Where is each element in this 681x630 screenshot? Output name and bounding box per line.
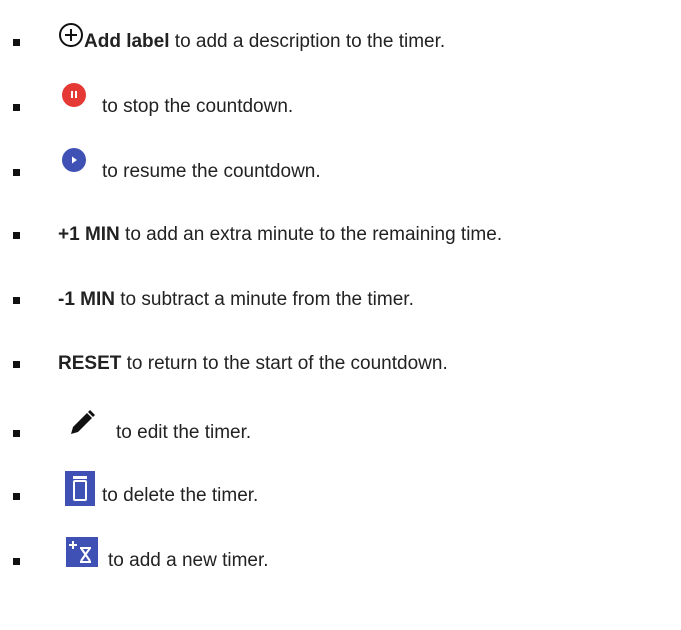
- add-timer-icon: [66, 537, 98, 567]
- item-bold: RESET: [58, 353, 122, 374]
- add-circle-icon: [59, 23, 83, 47]
- instruction-list: Add label to add a description to the ti…: [0, 0, 681, 630]
- bullet: [13, 169, 20, 176]
- bullet: [13, 430, 20, 437]
- item-description: to return to the start of the countdown.: [121, 353, 448, 374]
- pencil-icon: [71, 410, 95, 434]
- bullet: [13, 558, 20, 565]
- item-bold: Add label: [84, 31, 170, 52]
- item-text: -1 MIN to subtract a minute from the tim…: [58, 288, 414, 312]
- item-description: to add an extra minute to the remaining …: [119, 224, 503, 245]
- bullet: [13, 232, 20, 239]
- item-description: to delete the timer.: [102, 485, 259, 506]
- item-text: RESET to return to the start of the coun…: [58, 352, 448, 376]
- item-bold: -1 MIN: [58, 289, 115, 310]
- item-description: to stop the countdown.: [102, 96, 294, 117]
- bullet: [13, 297, 20, 304]
- item-text: Add label to add a description to the ti…: [84, 30, 445, 54]
- bullet: [13, 361, 20, 368]
- item-description: to subtract a minute from the timer.: [115, 289, 414, 310]
- item-description: to add a description to the timer.: [169, 31, 446, 52]
- item-description: to edit the timer.: [116, 422, 252, 443]
- bullet: [13, 104, 20, 111]
- item-text: +1 MIN to add an extra minute to the rem…: [58, 223, 502, 247]
- pause-button-icon: [62, 83, 86, 107]
- item-description: to resume the countdown.: [102, 161, 321, 182]
- play-button-icon: [62, 148, 86, 172]
- bullet: [13, 39, 20, 46]
- bullet: [13, 493, 20, 500]
- trash-icon: [65, 471, 95, 506]
- item-bold: +1 MIN: [58, 224, 120, 245]
- item-description: to add a new timer.: [108, 550, 269, 571]
